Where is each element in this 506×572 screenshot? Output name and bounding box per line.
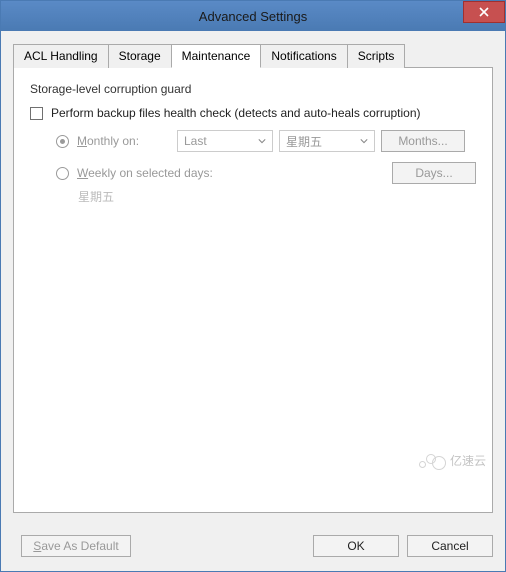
- health-check-row: Perform backup files health check (detec…: [30, 106, 476, 120]
- months-button[interactable]: Months...: [381, 130, 465, 152]
- ok-button[interactable]: OK: [313, 535, 399, 557]
- close-icon: [479, 7, 489, 17]
- window-close-button[interactable]: [463, 1, 505, 23]
- title-bar: Advanced Settings: [1, 1, 505, 31]
- tab-maintenance[interactable]: Maintenance: [171, 44, 262, 68]
- weekly-row: Weekly on selected days: Days...: [56, 162, 476, 184]
- monthly-row: Monthly on: Last 星期五 Months...: [56, 130, 476, 152]
- tab-acl-handling[interactable]: ACL Handling: [13, 44, 109, 68]
- content-area: ACL Handling Storage Maintenance Notific…: [1, 31, 505, 525]
- monthly-ordinal-select[interactable]: Last: [177, 130, 273, 152]
- tab-notifications[interactable]: Notifications: [260, 44, 347, 68]
- tab-strip: ACL Handling Storage Maintenance Notific…: [13, 43, 493, 67]
- tab-panel-maintenance: Storage-level corruption guard Perform b…: [13, 67, 493, 513]
- tab-storage[interactable]: Storage: [108, 44, 172, 68]
- monthly-weekday-select[interactable]: 星期五: [279, 130, 375, 152]
- weekly-days-text: 星期五: [78, 188, 476, 205]
- window-title: Advanced Settings: [1, 9, 505, 24]
- health-check-checkbox[interactable]: [30, 107, 43, 120]
- monthly-label: Monthly on:: [77, 134, 177, 148]
- save-as-default-button[interactable]: Save As Default: [21, 535, 131, 557]
- dialog-footer: Save As Default OK Cancel: [1, 525, 505, 571]
- chevron-down-icon: [258, 138, 266, 144]
- tab-scripts[interactable]: Scripts: [347, 44, 406, 68]
- watermark-icon: [416, 450, 446, 470]
- cancel-button[interactable]: Cancel: [407, 535, 493, 557]
- group-title: Storage-level corruption guard: [30, 82, 476, 96]
- weekly-radio[interactable]: [56, 167, 69, 180]
- days-button[interactable]: Days...: [392, 162, 476, 184]
- monthly-radio[interactable]: [56, 135, 69, 148]
- window-root: Advanced Settings ACL Handling Storage M…: [0, 0, 506, 572]
- health-check-label: Perform backup files health check (detec…: [51, 106, 421, 120]
- weekly-label: Weekly on selected days:: [77, 166, 392, 180]
- watermark: 亿速云: [416, 450, 486, 470]
- chevron-down-icon: [360, 138, 368, 144]
